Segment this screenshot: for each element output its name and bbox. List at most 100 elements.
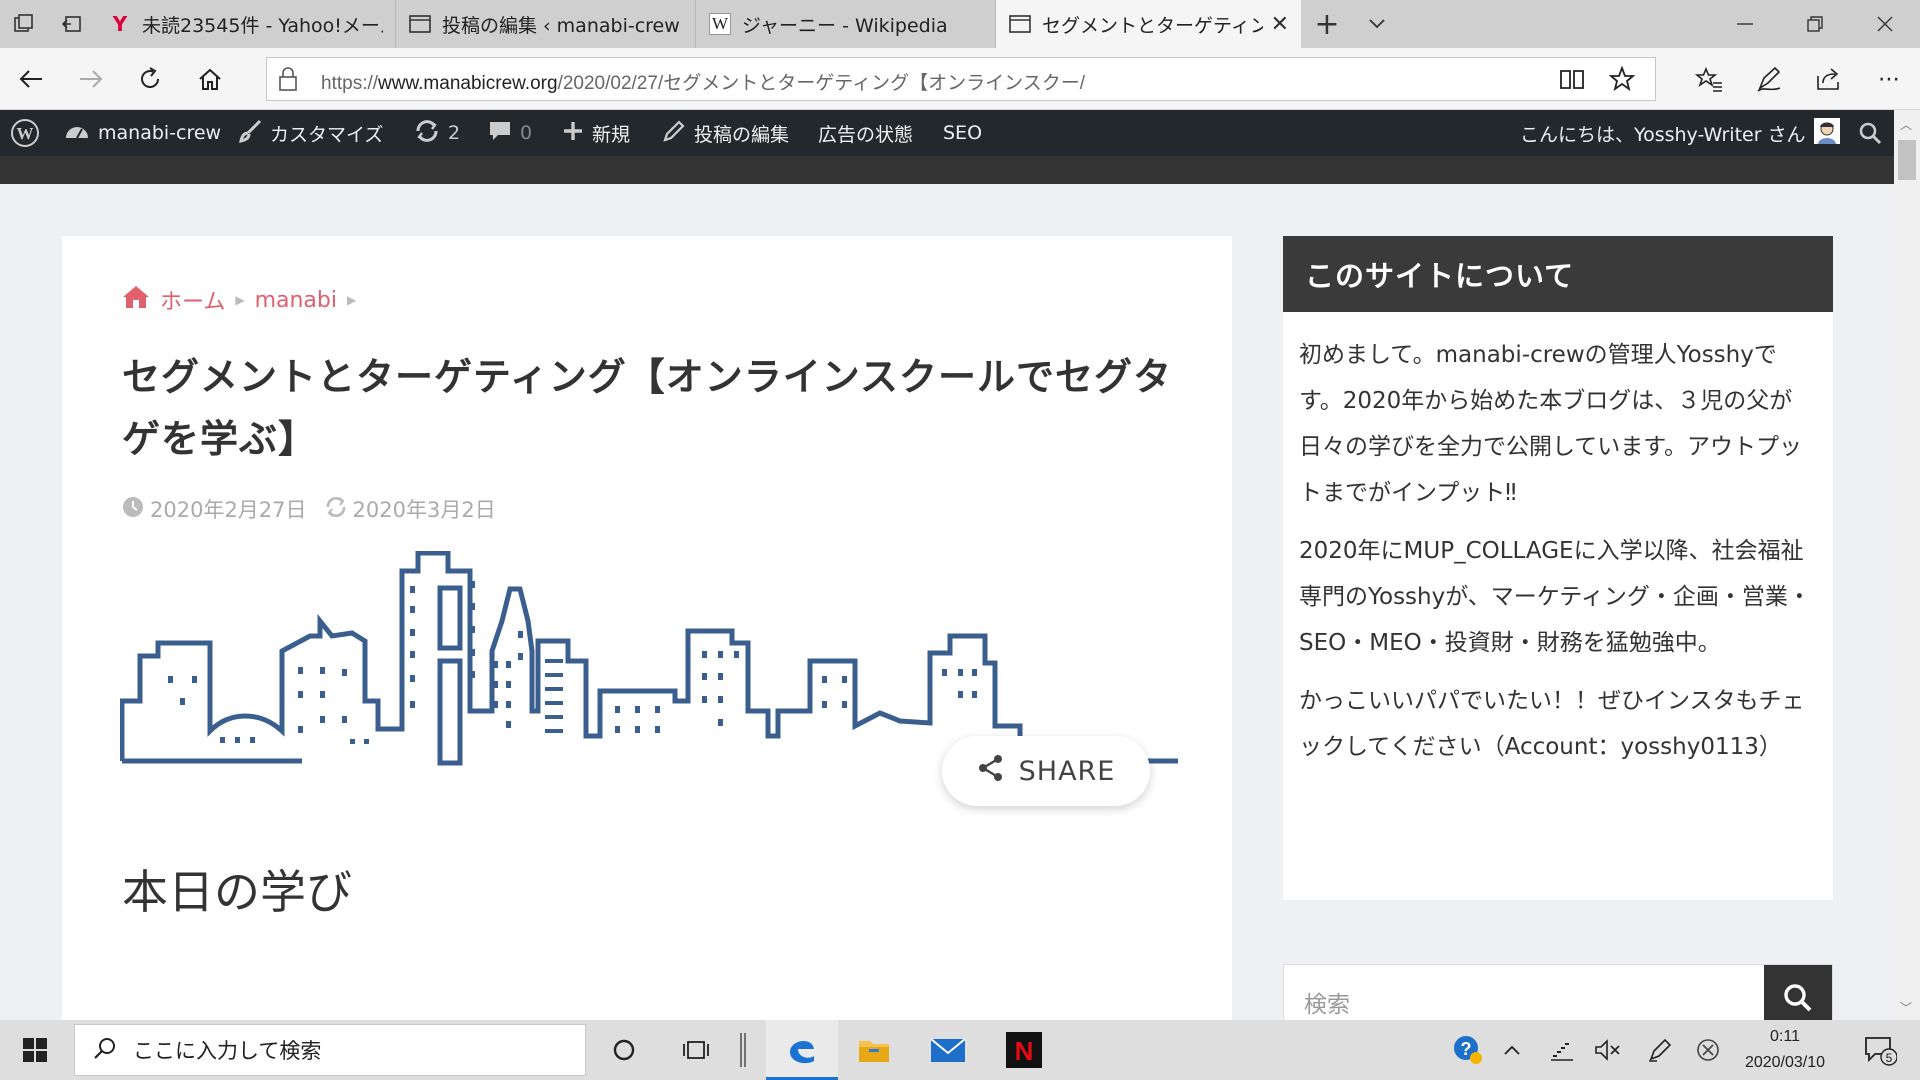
pen-notes-icon[interactable] (1752, 62, 1786, 96)
brush-icon (238, 119, 262, 148)
clock-time: 0:11 (1770, 1028, 1800, 1045)
admin-greeting: こんにちは、Yosshy-Writer さん (1520, 123, 1806, 146)
breadcrumb-category-link[interactable]: manabi (255, 288, 337, 313)
wikipedia-w-icon: W (708, 12, 732, 36)
search-icon (1783, 983, 1813, 1017)
url-scheme: https:// (321, 73, 379, 94)
close-tab-icon[interactable]: ✕ (1271, 12, 1289, 37)
mail-icon[interactable] (912, 1020, 984, 1080)
admin-edit-post-link[interactable]: 投稿の編集 (662, 110, 789, 156)
admin-customize-link[interactable]: カスタマイズ (238, 110, 383, 156)
admin-ad-status-label: 広告の状態 (818, 123, 914, 146)
more-options-icon[interactable]: ⋯ (1872, 62, 1906, 96)
svg-text:W: W (17, 124, 34, 143)
volume-muted-icon[interactable] (1588, 1020, 1628, 1080)
page-icon (408, 12, 432, 36)
tab-current-article[interactable]: セグメントとターゲティング【オ ✕ (996, 0, 1301, 48)
published-date: 2020年2月27日 (122, 494, 307, 524)
admin-seo-link[interactable]: SEO (943, 110, 982, 156)
help-tray-icon[interactable]: ? (1448, 1020, 1488, 1080)
breadcrumb-separator-icon: ▶ (347, 293, 357, 307)
comment-bubble-icon (488, 119, 512, 148)
clock-date: 2020/03/10 (1744, 1054, 1826, 1071)
taskbar-search-box[interactable]: ここに入力して検索 (74, 1024, 586, 1076)
tab-manager-icon[interactable] (0, 0, 48, 48)
share-button[interactable]: SHARE (942, 736, 1150, 806)
plus-icon (562, 120, 584, 147)
updates-count: 2 (448, 122, 461, 144)
url-host: www.manabicrew.org (378, 73, 558, 94)
new-tab-icon[interactable]: + (1301, 0, 1353, 48)
action-center-icon[interactable]: 5 (1852, 1020, 1908, 1080)
minimize-icon[interactable] (1710, 0, 1780, 48)
share-icon[interactable] (1811, 62, 1845, 96)
share-nodes-icon (977, 754, 1005, 789)
taskbar-clock[interactable]: 0:11 2020/03/10 (1730, 1024, 1840, 1076)
favorites-hub-icon[interactable] (1692, 62, 1726, 96)
sidebar-search-input[interactable]: 検索 (1304, 985, 1350, 1019)
page-scrollbar[interactable]: ︿ ﹀ (1894, 110, 1920, 1020)
dashboard-icon (64, 120, 90, 147)
yahoo-y-icon: Y (112, 12, 128, 36)
browser-navigation-bar: https://www.manabicrew.org/2020/02/27/セグ… (0, 48, 1920, 110)
tab-yahoo-mail[interactable]: Y 未読23545件 - Yahoo!メール (96, 0, 396, 48)
tab-edit-post[interactable]: 投稿の編集 ‹ manabi-crew – (396, 0, 696, 48)
url-text[interactable]: https://www.manabicrew.org/2020/02/27/セグ… (321, 68, 1085, 95)
scroll-down-icon[interactable]: ﹀ (1900, 999, 1912, 1016)
network-icon[interactable] (1542, 1020, 1582, 1080)
admin-account-link[interactable]: こんにちは、Yosshy-Writer さん (1520, 110, 1840, 156)
sidebar-about-paragraph: 初めまして。manabi-crewの管理人Yosshyです。2020年から始めた… (1299, 342, 1803, 506)
edge-browser-icon[interactable] (766, 1020, 838, 1080)
comments-count: 0 (520, 122, 533, 144)
sidebar-about-paragraph: 2020年にMUP_COLLAGEに入学以降、社会福祉専門のYosshyが、マー… (1299, 538, 1811, 656)
admin-updates-link[interactable]: 2 (414, 110, 460, 156)
set-aside-tabs-icon[interactable] (48, 0, 96, 48)
url-path: /2020/02/27/セグメントとターゲティング【オンラインスクー/ (557, 73, 1085, 94)
window-controls (1710, 0, 1920, 48)
cortana-circle-icon[interactable] (600, 1020, 648, 1080)
tab-title: セグメントとターゲティング【オ (1042, 14, 1263, 37)
close-window-icon[interactable] (1850, 0, 1920, 48)
close-circle-icon[interactable] (1688, 1020, 1728, 1080)
scrollbar-thumb[interactable] (1898, 140, 1916, 180)
sidebar-about-body: 初めまして。manabi-crewの管理人Yosshyです。2020年から始めた… (1283, 312, 1833, 900)
pen-workspace-icon[interactable] (1640, 1020, 1680, 1080)
file-explorer-icon[interactable] (838, 1020, 910, 1080)
wordpress-logo-icon[interactable]: W (10, 110, 40, 156)
admin-site-name: manabi-crew (98, 122, 222, 144)
svg-text:N: N (1015, 1036, 1034, 1066)
admin-comments-link[interactable]: 0 (488, 110, 532, 156)
refresh-icon[interactable] (133, 62, 167, 96)
article-title: セグメントとターゲティング【オンラインスクールでセグタゲを学ぶ】 (122, 355, 1172, 461)
article-card: ホーム ▶ manabi ▶ セグメントとターゲティング【オンラインスクールでセ… (62, 236, 1232, 1036)
updates-icon (414, 119, 440, 148)
tab-title: 投稿の編集 ‹ manabi-crew – (442, 14, 683, 37)
breadcrumb: ホーム ▶ manabi ▶ (122, 284, 356, 316)
back-arrow-icon[interactable] (14, 62, 48, 96)
forward-arrow-icon[interactable] (74, 62, 108, 96)
admin-new-label: 新規 (592, 123, 631, 146)
taskbar-search-placeholder: ここに入力して検索 (133, 1039, 322, 1063)
reading-view-icon[interactable] (1559, 66, 1585, 96)
admin-new-link[interactable]: 新規 (562, 110, 630, 156)
chevron-up-icon[interactable] (1494, 1020, 1530, 1080)
netflix-icon[interactable]: N (988, 1020, 1060, 1080)
address-bar[interactable]: https://www.manabicrew.org/2020/02/27/セグ… (266, 57, 1656, 101)
tab-wikipedia[interactable]: W ジャーニー - Wikipedia (696, 0, 996, 48)
task-view-icon[interactable] (672, 1020, 720, 1080)
tab-title: ジャーニー - Wikipedia (742, 14, 948, 37)
admin-ad-status-link[interactable]: 広告の状態 (818, 110, 913, 156)
restore-icon[interactable] (1780, 0, 1850, 48)
home-icon[interactable] (193, 62, 227, 96)
breadcrumb-separator-icon: ▶ (235, 293, 245, 307)
windows-taskbar: ここに入力して検索 N ? 0:11 2020/03/10 5 (0, 1020, 1920, 1080)
admin-site-link[interactable]: manabi-crew (64, 110, 221, 156)
windows-start-icon[interactable] (0, 1020, 70, 1080)
star-favorite-icon[interactable] (1608, 65, 1636, 96)
scroll-up-icon[interactable]: ︿ (1900, 116, 1912, 133)
breadcrumb-home-link[interactable]: ホーム (160, 284, 225, 316)
updated-date-text: 2020年3月2日 (352, 498, 496, 522)
chevron-down-icon[interactable] (1353, 0, 1401, 48)
admin-search-icon[interactable] (1858, 110, 1882, 156)
lock-icon[interactable] (277, 66, 299, 96)
